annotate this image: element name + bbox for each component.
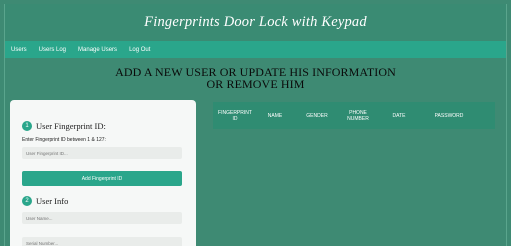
column-header-phone-number: PHONE NUMBER: [347, 109, 369, 122]
step-1-badge: 1: [22, 121, 32, 131]
step-2-badge: 2: [22, 196, 32, 206]
nav-link-manage-users[interactable]: Manage Users: [78, 47, 117, 53]
fingerprint-section-title: 1 User Fingerprint ID:: [22, 121, 196, 131]
serial-number-input[interactable]: [22, 237, 182, 246]
fingerprint-section-label: User Fingerprint ID:: [36, 121, 106, 131]
fingerprint-id-label: Enter Fingerprint ID between 1 & 127:: [22, 137, 106, 143]
page-heading-line-2: OR REMOVE HIM: [206, 77, 305, 91]
add-fingerprint-id-button[interactable]: Add Fingerprint ID: [22, 171, 182, 186]
column-header-name: NAME: [267, 112, 283, 119]
column-header-date: DATE: [392, 112, 406, 119]
user-info-section-title: 2 User Info: [22, 196, 196, 206]
header: Fingerprints Door Lock with Keypad: [5, 4, 506, 41]
page-heading: ADD A NEW USER OR UPDATE HIS INFORMATION…: [5, 66, 506, 90]
nav-link-users[interactable]: Users: [11, 47, 27, 53]
fingerprint-id-input[interactable]: [22, 147, 182, 159]
site-title: Fingerprints Door Lock with Keypad: [144, 14, 367, 30]
table-header-row: FINGERPRINT ID NAME GENDER PHONE NUMBER …: [213, 102, 495, 129]
user-form-panel: 1 User Fingerprint ID: Enter Fingerprint…: [10, 100, 196, 246]
nav-link-log-out[interactable]: Log Out: [129, 47, 150, 53]
column-header-password: PASSWORD: [434, 112, 464, 119]
column-header-fingerprint-id: FINGERPRINT ID: [218, 109, 252, 122]
column-header-gender: GENDER: [306, 112, 328, 119]
user-name-input[interactable]: [22, 212, 182, 224]
users-table: FINGERPRINT ID NAME GENDER PHONE NUMBER …: [213, 102, 495, 246]
nav-bar: Users Users Log Manage Users Log Out: [5, 41, 506, 58]
user-info-section-label: User Info: [36, 196, 69, 206]
nav-link-users-log[interactable]: Users Log: [39, 47, 66, 53]
